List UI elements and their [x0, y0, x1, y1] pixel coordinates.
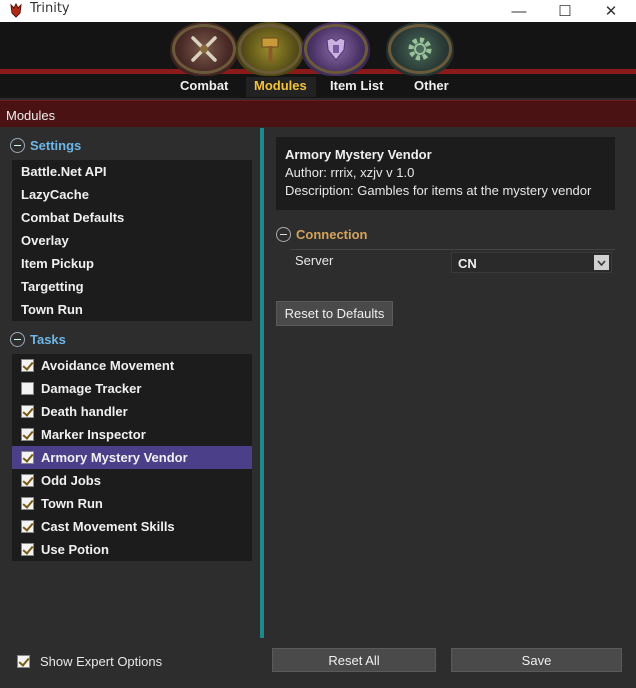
modules-emblem[interactable]: [236, 22, 304, 76]
server-select-value: CN: [458, 256, 477, 271]
tasks-list: Avoidance Movement Damage Tracker Death …: [12, 354, 252, 561]
task-item[interactable]: Cast Movement Skills: [12, 515, 252, 538]
task-checkbox[interactable]: [21, 474, 34, 487]
task-label: Death handler: [41, 404, 128, 419]
tab-item-list[interactable]: Item List: [330, 78, 383, 93]
settings-item[interactable]: Item Pickup: [12, 252, 252, 275]
reset-all-button[interactable]: Reset All: [272, 648, 436, 672]
panel-divider[interactable]: [260, 128, 264, 638]
task-item[interactable]: Marker Inspector: [12, 423, 252, 446]
module-name: Armory Mystery Vendor: [285, 147, 432, 162]
tasks-group-label: Tasks: [30, 332, 66, 347]
save-button[interactable]: Save: [451, 648, 622, 672]
task-label: Odd Jobs: [41, 473, 101, 488]
connection-group-header[interactable]: Connection: [276, 227, 368, 242]
minimize-button[interactable]: —: [496, 0, 542, 22]
task-checkbox[interactable]: [21, 428, 34, 441]
tab-modules[interactable]: Modules: [254, 78, 307, 93]
settings-item[interactable]: Combat Defaults: [12, 206, 252, 229]
item-list-emblem[interactable]: [302, 22, 370, 76]
app-icon: [10, 3, 22, 18]
task-item[interactable]: Use Potion: [12, 538, 252, 561]
show-expert-label: Show Expert Options: [40, 654, 163, 669]
show-expert-checkbox[interactable]: [17, 655, 30, 668]
chevron-down-icon[interactable]: [594, 255, 609, 270]
window-title: Trinity: [30, 1, 70, 16]
task-item[interactable]: Odd Jobs: [12, 469, 252, 492]
hammer-icon: [261, 37, 279, 62]
server-select[interactable]: CN: [451, 252, 612, 273]
task-item[interactable]: Avoidance Movement: [12, 354, 252, 377]
settings-item[interactable]: Targetting: [12, 275, 252, 298]
task-label: Armory Mystery Vendor: [41, 450, 188, 465]
task-label: Avoidance Movement: [41, 358, 175, 373]
section-header: Modules: [0, 100, 636, 127]
collapse-icon[interactable]: [10, 332, 25, 347]
settings-group-header[interactable]: Settings: [10, 138, 81, 153]
module-list-panel: Settings Battle.Net API LazyCache Combat…: [6, 130, 256, 638]
settings-item[interactable]: Town Run: [12, 298, 252, 321]
module-description: Description: Gambles for items at the my…: [285, 183, 592, 198]
task-checkbox[interactable]: [21, 497, 34, 510]
settings-list: Battle.Net API LazyCache Combat Defaults…: [12, 160, 252, 321]
task-label: Damage Tracker: [41, 381, 142, 396]
module-author: Author: rrrix, xzjv v 1.0: [285, 165, 415, 180]
maximize-button[interactable]: ☐: [542, 0, 588, 22]
show-expert-options-toggle[interactable]: Show Expert Options: [17, 654, 162, 669]
gear-icon: [408, 37, 432, 61]
reset-to-defaults-button[interactable]: Reset to Defaults: [276, 301, 393, 326]
combat-emblem[interactable]: [170, 22, 238, 76]
task-checkbox[interactable]: [21, 405, 34, 418]
task-item[interactable]: Damage Tracker: [12, 377, 252, 400]
task-label: Town Run: [41, 496, 103, 511]
module-info-box: Armory Mystery Vendor Author: rrrix, xzj…: [276, 137, 615, 210]
task-checkbox[interactable]: [21, 520, 34, 533]
settings-item[interactable]: Overlay: [12, 229, 252, 252]
settings-item[interactable]: LazyCache: [12, 183, 252, 206]
crossed-swords-icon: [191, 36, 217, 62]
task-checkbox[interactable]: [21, 543, 34, 556]
task-item[interactable]: Town Run: [12, 492, 252, 515]
tab-other[interactable]: Other: [414, 78, 449, 93]
tab-combat[interactable]: Combat: [180, 78, 228, 93]
task-checkbox[interactable]: [21, 382, 34, 395]
task-checkbox[interactable]: [21, 359, 34, 372]
tasks-group-header[interactable]: Tasks: [10, 332, 66, 347]
title-bar: Trinity — ☐ ✕: [0, 0, 636, 22]
server-label: Server: [295, 253, 334, 268]
connection-group-label: Connection: [296, 227, 368, 242]
collapse-icon[interactable]: [10, 138, 25, 153]
armor-icon: [326, 37, 346, 61]
task-label: Marker Inspector: [41, 427, 146, 442]
task-checkbox[interactable]: [21, 451, 34, 464]
task-label: Cast Movement Skills: [41, 519, 175, 534]
task-item[interactable]: Death handler: [12, 400, 252, 423]
close-button[interactable]: ✕: [588, 0, 634, 22]
connection-divider: [290, 249, 615, 250]
tab-bar: Combat Modules Item List Other: [0, 76, 636, 98]
settings-item[interactable]: Battle.Net API: [12, 160, 252, 183]
settings-group-label: Settings: [30, 138, 82, 153]
other-emblem[interactable]: [386, 22, 454, 76]
section-title: Modules: [6, 108, 56, 123]
collapse-icon[interactable]: [276, 227, 291, 242]
task-item-selected[interactable]: Armory Mystery Vendor: [12, 446, 252, 469]
task-label: Use Potion: [41, 542, 109, 557]
